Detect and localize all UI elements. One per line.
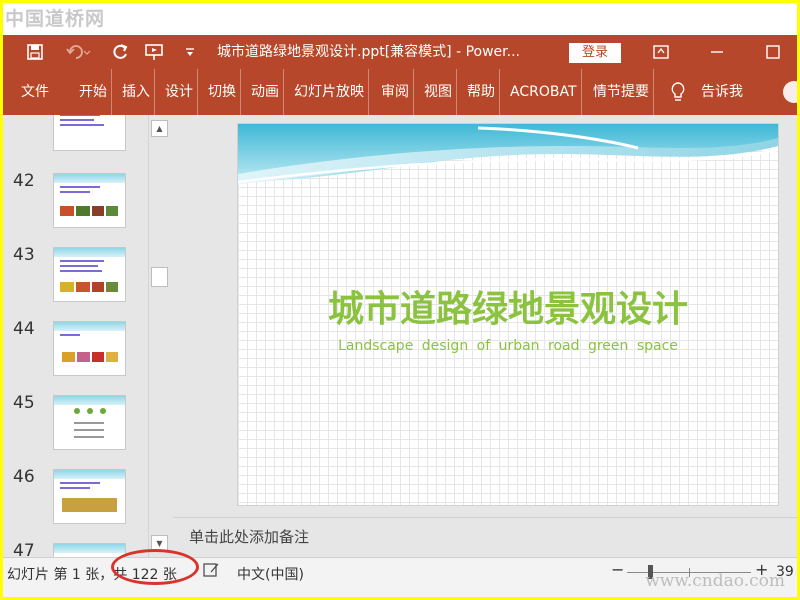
slide-number: 45 — [13, 393, 35, 413]
slide-number: 42 — [13, 171, 35, 191]
maximize-icon[interactable] — [759, 35, 787, 69]
slide-number: 47 — [13, 541, 35, 557]
customize-icon[interactable] — [181, 35, 199, 69]
tell-me-search[interactable]: 告诉我 — [701, 69, 743, 115]
notes-placeholder[interactable]: 单击此处添加备注 — [189, 526, 309, 547]
slide-thumbnail-45[interactable] — [53, 395, 126, 450]
language-status[interactable]: 中文(中国) — [237, 564, 304, 584]
wave-header-graphic — [238, 124, 778, 184]
spelling-check-icon[interactable] — [203, 562, 221, 582]
tab-storyboarding[interactable]: 情节提要 — [593, 69, 654, 115]
slide-number: 46 — [13, 467, 35, 487]
tab-transitions[interactable]: 切换 — [208, 69, 241, 115]
tab-animations[interactable]: 动画 — [251, 69, 284, 115]
tab-review[interactable]: 审阅 — [381, 69, 414, 115]
tab-acrobat[interactable]: ACROBAT — [510, 69, 582, 115]
tab-slideshow[interactable]: 幻灯片放映 — [294, 69, 369, 115]
minimize-icon[interactable] — [703, 35, 731, 69]
tab-help[interactable]: 帮助 — [467, 69, 500, 115]
tab-file[interactable]: 文件 — [21, 69, 49, 115]
title-bar: 城市道路绿地景观设计.ppt[兼容模式] - Power... 登录 — [3, 35, 797, 69]
slide-editing-area: 城市道路绿地景观设计 Landscape design of urban roa… — [173, 115, 797, 517]
tab-insert[interactable]: 插入 — [122, 69, 155, 115]
tab-design[interactable]: 设计 — [165, 69, 198, 115]
slide-thumbnail-42[interactable] — [53, 173, 126, 228]
slide-thumbnail-46[interactable] — [53, 469, 126, 524]
slide-title[interactable]: 城市道路绿地景观设计 — [238, 280, 778, 332]
watermark-url: www.cndao.com — [645, 571, 785, 591]
slide-canvas[interactable]: 城市道路绿地景观设计 Landscape design of urban roa… — [237, 123, 779, 506]
watermark-logo: 中国道桥网 — [5, 8, 106, 30]
present-icon[interactable] — [141, 35, 169, 69]
undo-icon[interactable] — [59, 35, 99, 69]
document-title: 城市道路绿地景观设计.ppt[兼容模式] - Power... — [217, 44, 520, 60]
lightbulb-icon[interactable] — [671, 69, 685, 115]
slide-number: 43 — [13, 245, 35, 265]
scroll-up-icon[interactable]: ▲ — [151, 120, 168, 137]
slide-thumbnail-47[interactable] — [53, 543, 126, 557]
tab-home[interactable]: 开始 — [79, 69, 112, 115]
thumbnail-scrollbar[interactable]: ▲ ▼ — [148, 115, 169, 557]
powerpoint-window: 中国道桥网 城市道路绿地景观设计.ppt[兼容模式] - Power... 登录 — [3, 3, 797, 597]
redo-icon[interactable] — [107, 35, 133, 69]
slide-thumbnail-44[interactable] — [53, 321, 126, 376]
zoom-out-icon[interactable]: − — [611, 560, 624, 579]
ribbon-tabs: 文件 开始 插入 设计 切换 动画 幻灯片放映 审阅 视图 帮助 ACROBAT… — [3, 69, 797, 115]
slide-thumbnail-43[interactable] — [53, 247, 126, 302]
login-button[interactable]: 登录 — [569, 43, 621, 63]
highlight-circle — [111, 549, 199, 585]
ribbon-display-icon[interactable] — [647, 35, 675, 69]
notes-pane[interactable]: 单击此处添加备注 — [173, 517, 797, 558]
slide-thumbnail[interactable] — [53, 115, 126, 151]
scroll-thumb[interactable] — [151, 267, 168, 287]
tab-view[interactable]: 视图 — [424, 69, 457, 115]
slide-subtitle[interactable]: Landscape design of urban road green spa… — [238, 338, 778, 354]
slide-number: 44 — [13, 319, 35, 339]
account-avatar[interactable] — [783, 81, 797, 103]
save-icon[interactable] — [21, 35, 49, 69]
